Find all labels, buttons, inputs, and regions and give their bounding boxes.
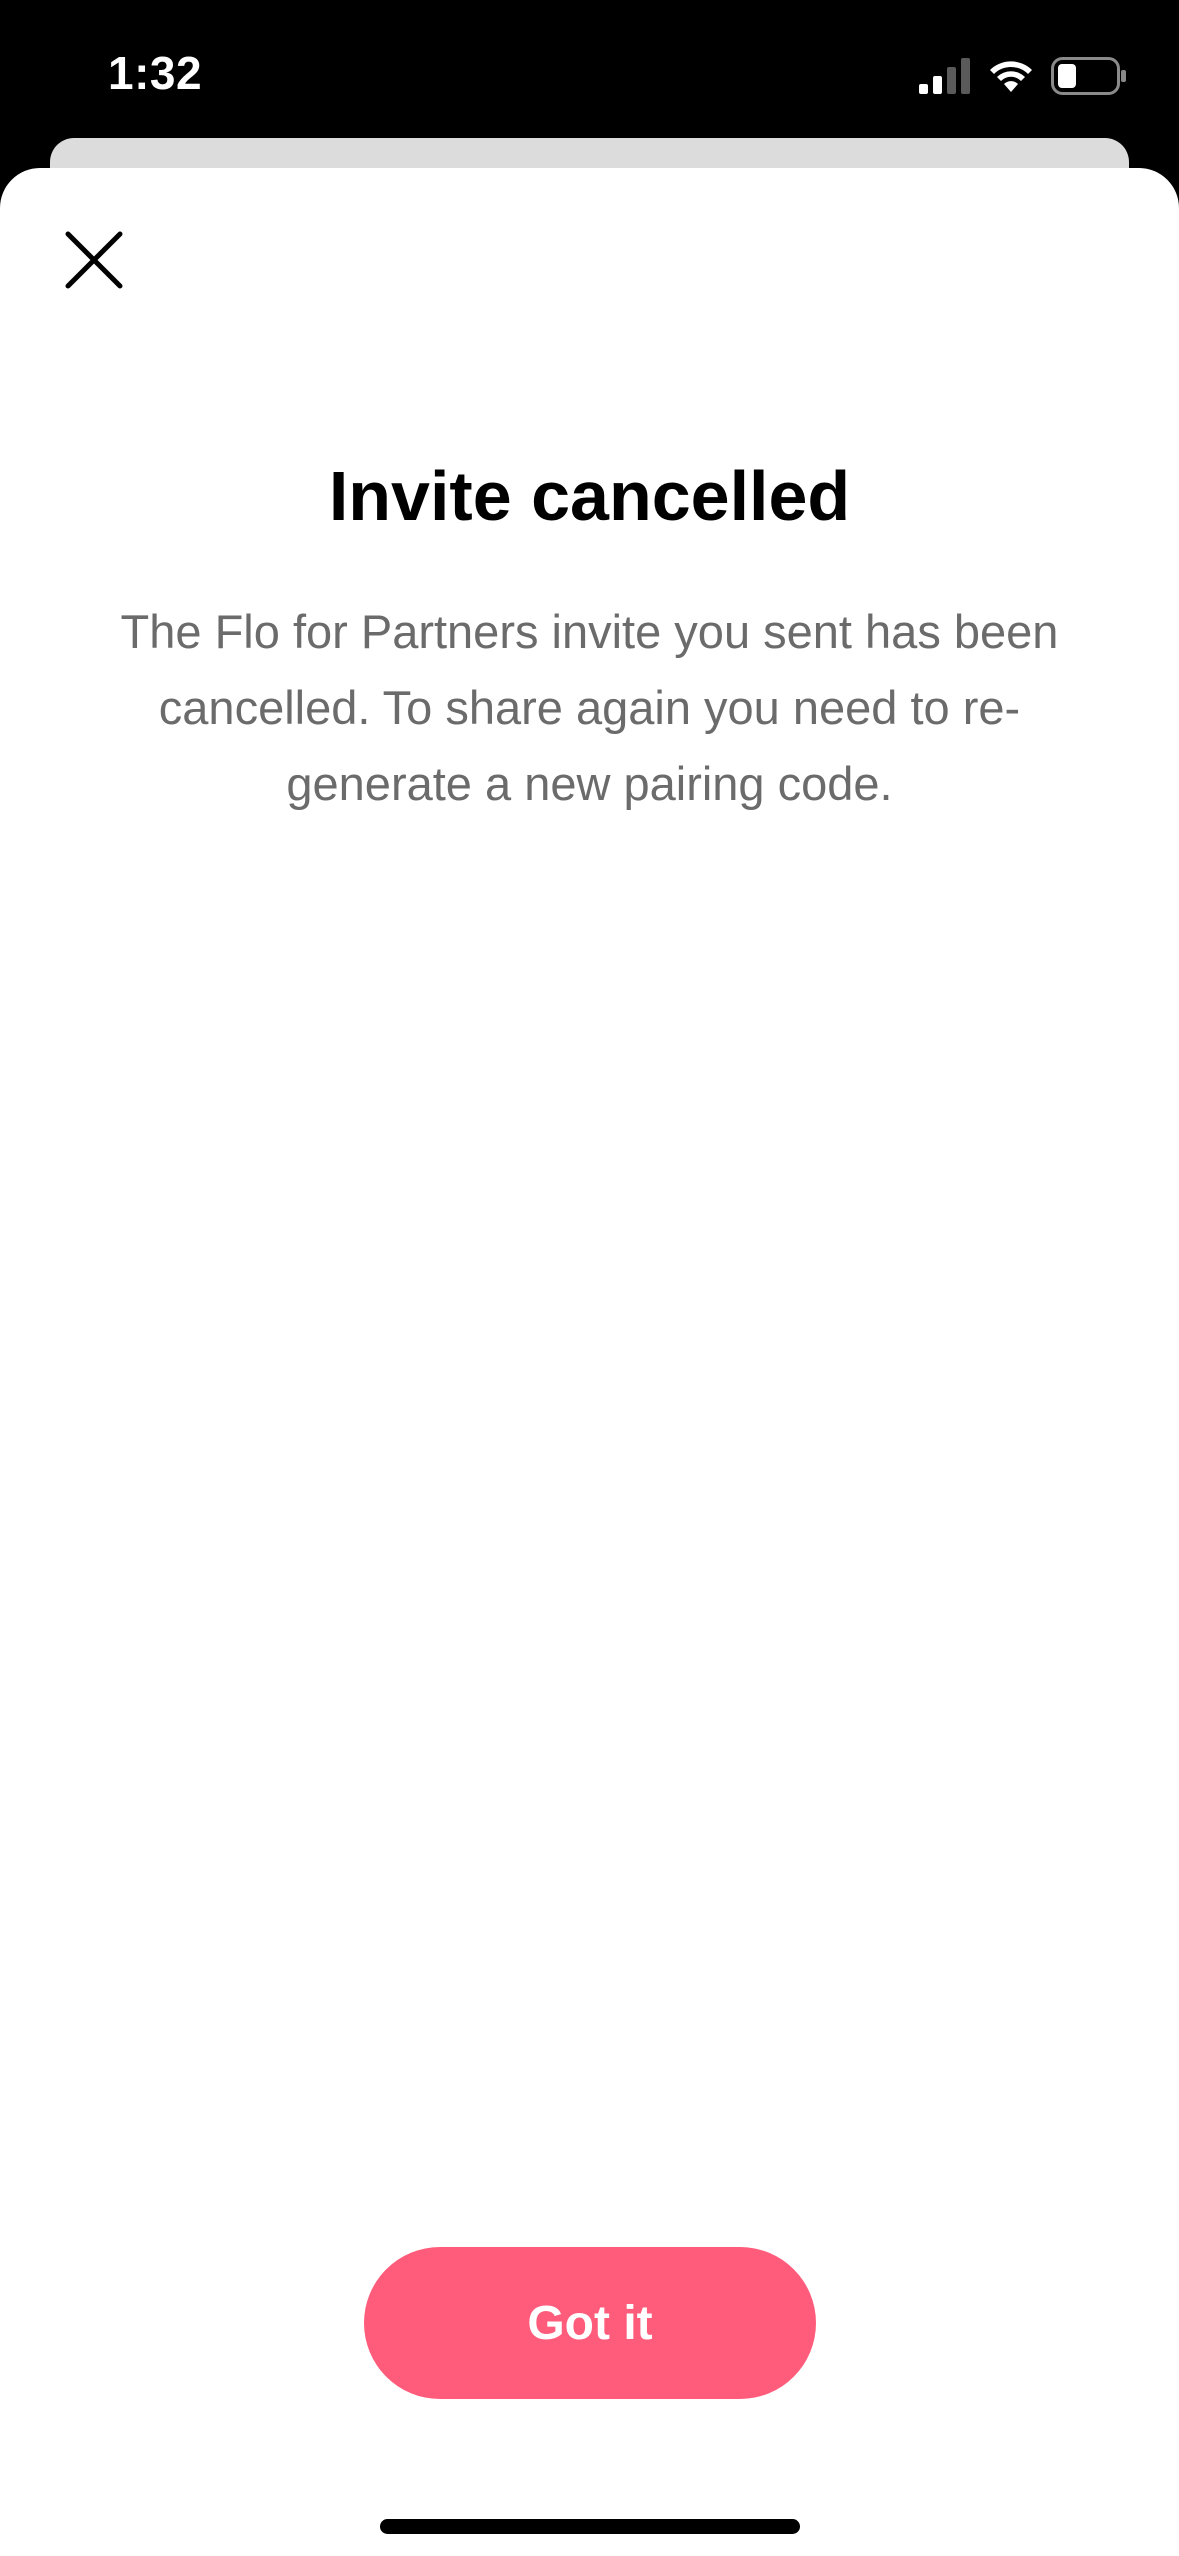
modal-sheet: Invite cancelled The Flo for Partners in…	[0, 168, 1179, 2556]
close-icon	[64, 230, 124, 295]
status-icons	[919, 54, 1127, 98]
close-button[interactable]	[56, 224, 132, 300]
status-time: 1:32	[108, 47, 203, 99]
status-bar: 1:32	[0, 0, 1179, 150]
home-indicator	[380, 2519, 800, 2534]
battery-icon	[1051, 57, 1127, 95]
cellular-signal-icon	[919, 58, 971, 94]
got-it-button[interactable]: Got it	[364, 2247, 816, 2399]
wifi-icon	[987, 58, 1035, 94]
modal-message: The Flo for Partners invite you sent has…	[120, 605, 1059, 810]
modal-title: Invite cancelled	[328, 457, 851, 535]
